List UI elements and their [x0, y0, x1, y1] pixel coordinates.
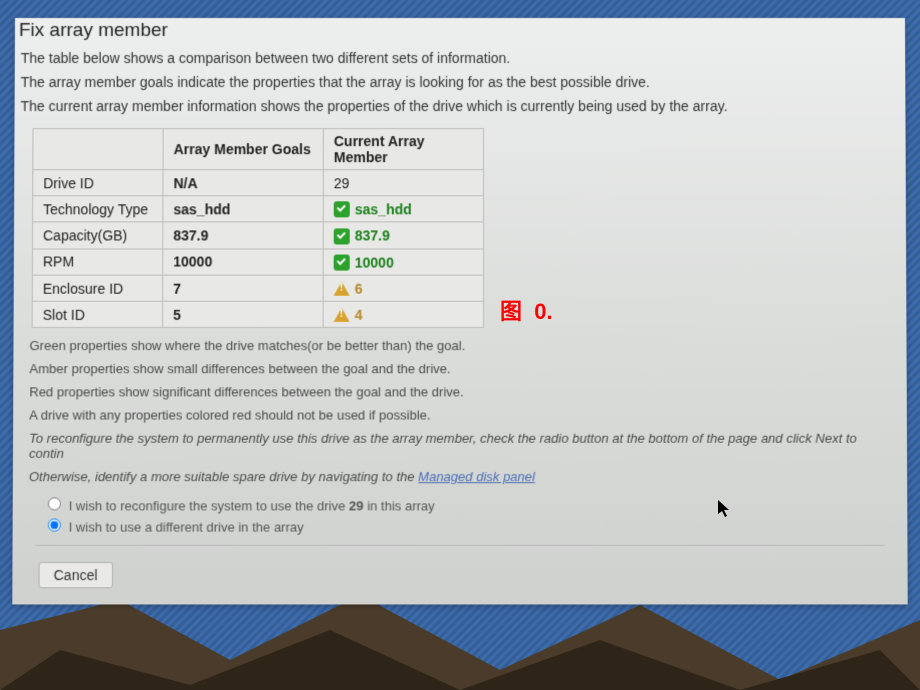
col-header-goals: Array Member Goals	[163, 129, 323, 170]
managed-disk-panel-link[interactable]: Managed disk panel	[418, 470, 535, 485]
row-goal: 10000	[163, 249, 323, 275]
choice-group: I wish to reconfigure the system to use …	[43, 495, 908, 535]
row-goal: 7	[163, 275, 324, 301]
legend-green: Green properties show where the drive ma…	[13, 334, 906, 357]
table-row: Capacity(GB)837.9837.9	[32, 222, 483, 248]
table-row: Technology Typesas_hddsas_hdd	[33, 196, 484, 222]
cancel-button[interactable]: Cancel	[38, 562, 112, 588]
row-current: 10000	[323, 249, 483, 275]
row-label: Slot ID	[32, 301, 163, 327]
comparison-table: Array Member Goals Current Array Member …	[32, 128, 484, 328]
row-label: Enclosure ID	[32, 275, 162, 301]
table-row: Enclosure ID7 6	[32, 275, 483, 301]
row-goal: sas_hdd	[163, 196, 323, 222]
divider	[35, 545, 886, 546]
instruction-reconfigure: To reconfigure the system to permanently…	[13, 427, 907, 465]
figure-label-overlay: 图 0.	[500, 294, 553, 326]
row-current: 6	[323, 275, 483, 301]
table-row: Drive IDN/A29	[33, 170, 484, 196]
dialog-panel: Fix array member The table below shows a…	[12, 18, 907, 605]
check-icon	[334, 254, 350, 270]
legend-red-avoid: A drive with any properties colored red …	[13, 404, 907, 427]
option-reconfigure-text-a: I wish to reconfigure the system to use …	[69, 499, 349, 514]
row-current: sas_hdd	[323, 196, 483, 222]
row-label: Capacity(GB)	[32, 222, 162, 248]
dialog-title: Fix array member	[15, 20, 905, 46]
warning-icon	[334, 308, 350, 322]
warning-icon	[334, 282, 350, 296]
row-goal: 837.9	[163, 222, 323, 248]
option-different-drive-radio[interactable]	[48, 519, 61, 532]
col-header-blank	[33, 129, 163, 170]
check-icon	[334, 228, 350, 244]
option-reconfigure-drive: 29	[349, 499, 364, 514]
row-current-value: sas_hdd	[355, 202, 412, 218]
row-current: 29	[323, 170, 483, 196]
intro-line-3: The current array member information sho…	[15, 94, 906, 118]
col-header-current: Current Array Member	[323, 129, 483, 170]
row-label: Drive ID	[33, 170, 163, 196]
mouse-cursor-icon	[718, 500, 732, 523]
background-mountains	[0, 590, 920, 690]
row-label: RPM	[32, 249, 162, 275]
intro-line-2: The array member goals indicate the prop…	[15, 70, 906, 94]
legend-amber: Amber properties show small differences …	[13, 358, 906, 381]
row-label: Technology Type	[33, 196, 163, 222]
instruction-otherwise-text: Otherwise, identify a more suitable spar…	[29, 470, 418, 485]
option-reconfigure-radio[interactable]	[48, 498, 61, 511]
row-goal: 5	[163, 301, 324, 327]
row-current-value: 6	[355, 281, 363, 297]
table-row: Slot ID5 4	[32, 301, 483, 327]
intro-line-1: The table below shows a comparison betwe…	[15, 46, 905, 70]
row-goal: N/A	[163, 170, 323, 196]
option-different-drive[interactable]: I wish to use a different drive in the a…	[43, 516, 908, 535]
figure-label-text: 图	[500, 299, 522, 324]
row-current-value: 837.9	[355, 228, 390, 244]
instruction-otherwise: Otherwise, identify a more suitable spar…	[13, 465, 907, 488]
check-icon	[334, 202, 350, 218]
row-current-value: 10000	[355, 254, 394, 270]
option-different-drive-text: I wish to use a different drive in the a…	[69, 520, 304, 535]
figure-label-number: 0	[534, 299, 546, 324]
table-row: RPM1000010000	[32, 249, 483, 275]
legend-red: Red properties show significant differen…	[13, 381, 907, 404]
row-current: 837.9	[323, 222, 483, 248]
row-current-value: 4	[355, 307, 363, 323]
option-reconfigure[interactable]: I wish to reconfigure the system to use …	[43, 495, 907, 514]
row-current: 4	[323, 301, 484, 327]
option-reconfigure-text-b: in this array	[364, 499, 435, 514]
